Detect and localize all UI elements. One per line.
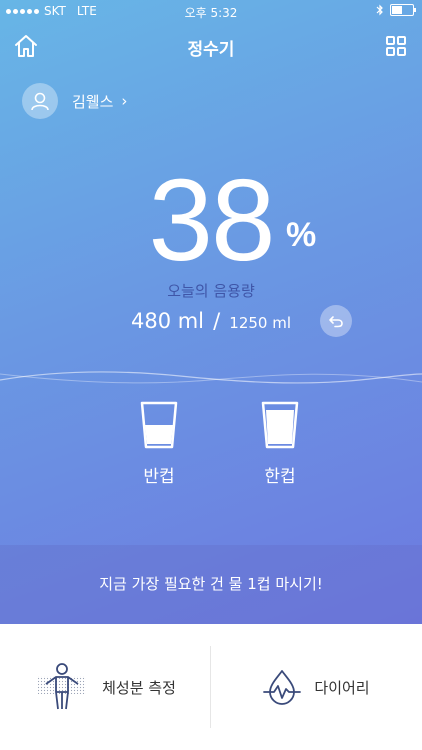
main-screen: SKT LTE 오후 5:32 정수기 김웰스 › 38 % 오늘의 음용량 4… [0,0,422,624]
diary-label: 다이어리 [314,678,370,697]
chevron-right-icon: › [121,92,128,110]
avatar [22,83,58,119]
intake-percentage: 38 % [0,140,422,300]
goal-amount: 1250 ml [229,314,292,332]
grid-menu-button[interactable] [384,34,408,58]
undo-icon [329,316,343,328]
water-wave-decoration [0,371,422,384]
nav-bar: 정수기 [0,28,422,64]
undo-button[interactable] [320,305,352,337]
status-bar: SKT LTE 오후 5:32 [0,0,422,22]
diary-button[interactable]: 다이어리 [211,624,421,750]
bluetooth-icon [376,4,383,16]
body-scan-icon [38,663,87,710]
tip-banner: 지금 가장 필요한 건 물 1컵 마시기! [0,545,422,624]
today-intake-label: 오늘의 음용량 [167,282,255,300]
page-title: 정수기 [187,40,235,60]
half-cup-icon [140,401,178,449]
half-cup-label: 반컵 [143,467,175,487]
water-drop-heartbeat-icon [263,670,302,705]
body-composition-label: 체성분 측정 [102,678,176,697]
status-right [376,4,416,16]
percent-sign: % [286,216,317,254]
full-cup-label: 한컵 [264,467,296,487]
user-icon [31,92,49,111]
current-amount: 480 ml [130,309,205,333]
status-time: 오후 5:32 [184,6,238,20]
intake-amount: 480 ml / 1250 ml [0,309,422,333]
battery-icon [390,4,416,16]
bottom-actions: 체성분 측정 다이어리 [0,624,422,750]
amount-separator: / [213,309,221,333]
tip-text: 지금 가장 필요한 건 물 1컵 마시기! [99,575,323,593]
percent-value: 38 [148,155,275,285]
full-cup-icon [261,401,299,449]
body-composition-button[interactable]: 체성분 측정 [0,624,210,750]
user-name: 김웰스 [72,92,114,111]
grid-menu-icon [386,36,406,56]
half-cup-button[interactable]: 반컵 [119,400,199,490]
user-profile-link[interactable]: 김웰스 › [22,83,127,119]
full-cup-button[interactable]: 한컵 [240,400,320,490]
